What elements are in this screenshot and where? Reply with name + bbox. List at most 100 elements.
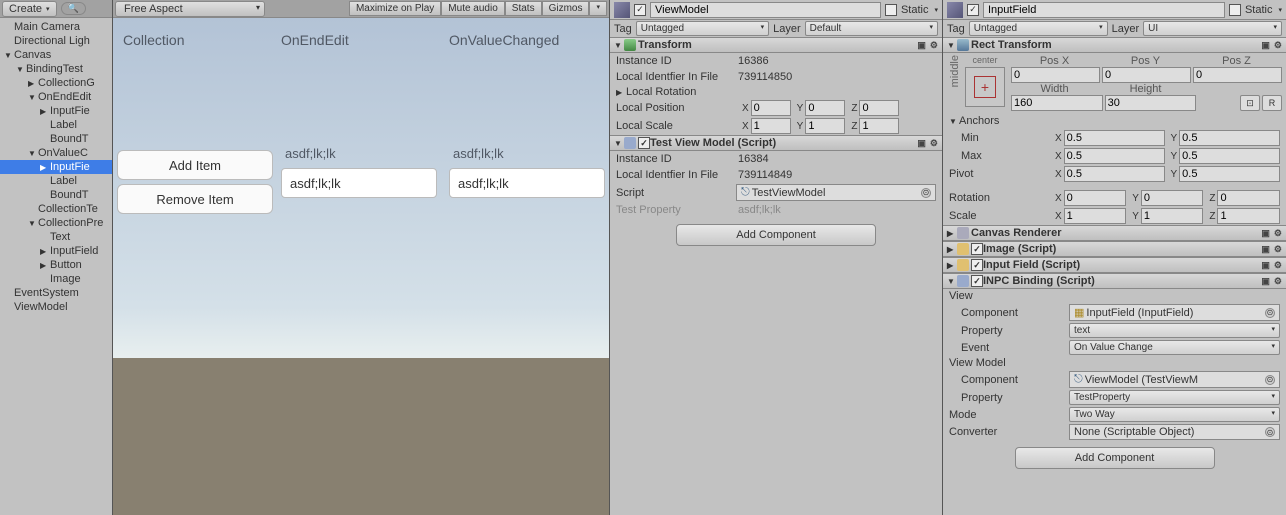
active-checkbox[interactable] [634, 4, 646, 16]
add-component-button[interactable]: Add Component [676, 224, 876, 246]
static-dropdown-icon[interactable]: ▾ [1278, 6, 1282, 14]
game-toolbar-gizmos[interactable]: Gizmos [542, 1, 590, 16]
hierarchy-tree[interactable]: Main CameraDirectional Ligh▼Canvas▼Bindi… [0, 18, 112, 316]
rect-pos-y[interactable] [1102, 67, 1191, 83]
hierarchy-item[interactable]: CollectionTe [0, 202, 112, 216]
gear-icon[interactable]: ⚙ [1274, 244, 1282, 255]
help-icon[interactable]: ▣ [917, 138, 926, 149]
gameobject-icon[interactable] [947, 2, 963, 18]
view-component-field[interactable]: ▦InputField (InputField)⊙ [1069, 304, 1280, 321]
gear-icon[interactable]: ⚙ [1274, 40, 1282, 51]
hierarchy-item[interactable]: ViewModel [0, 300, 112, 314]
pivot-x[interactable] [1064, 166, 1165, 182]
component-header[interactable]: ▶Canvas Renderer▣⚙ [943, 225, 1286, 241]
converter-field[interactable]: None (Scriptable Object)⊙ [1069, 424, 1280, 440]
mode-dropdown[interactable]: Two Way [1069, 407, 1280, 422]
hierarchy-item[interactable]: ▶CollectionG [0, 76, 112, 90]
gameobject-icon[interactable] [614, 2, 630, 18]
view-property-dropdown[interactable]: text [1069, 323, 1280, 338]
hierarchy-item[interactable]: Main Camera [0, 20, 112, 34]
create-button[interactable]: Create ▾ [2, 1, 57, 17]
rot-x[interactable] [1064, 190, 1127, 206]
rscale-z[interactable] [1217, 208, 1280, 224]
static-dropdown-icon[interactable]: ▾ [934, 6, 938, 14]
component-enabled-checkbox[interactable] [971, 259, 983, 271]
input-onendedit[interactable]: asdf;lk;lk [281, 168, 437, 198]
hierarchy-item[interactable]: ▶Button [0, 258, 112, 272]
pos-y[interactable] [805, 100, 845, 116]
pos-x[interactable] [751, 100, 791, 116]
layer-dropdown[interactable]: UI [1143, 21, 1282, 36]
component-header[interactable]: ▶Input Field (Script)▣⚙ [943, 257, 1286, 273]
gear-icon[interactable]: ⚙ [1274, 228, 1282, 239]
hierarchy-item[interactable]: ▼CollectionPre [0, 216, 112, 230]
game-toolbar-mute-audio[interactable]: Mute audio [441, 1, 504, 16]
hierarchy-item[interactable]: Image [0, 272, 112, 286]
script-field[interactable]: ⎋TestViewModel⊙ [736, 184, 936, 201]
pivot-y[interactable] [1179, 166, 1280, 182]
help-icon[interactable]: ▣ [1261, 276, 1270, 287]
gear-icon[interactable]: ⚙ [930, 40, 938, 51]
tvm-enabled-checkbox[interactable] [638, 137, 650, 149]
help-icon[interactable]: ▣ [1261, 40, 1270, 51]
rect-pos-x[interactable] [1011, 67, 1100, 83]
view-event-dropdown[interactable]: On Value Change [1069, 340, 1280, 355]
hierarchy-item[interactable]: ▶InputField [0, 244, 112, 258]
testviewmodel-header[interactable]: ▼ Test View Model (Script) ▣ ⚙ [610, 135, 942, 151]
gizmos-dropdown-icon[interactable]: ▾ [589, 1, 607, 16]
anchor-min-x[interactable] [1064, 130, 1165, 146]
scale-z[interactable] [859, 118, 899, 134]
rot-y[interactable] [1141, 190, 1204, 206]
hierarchy-item[interactable]: EventSystem [0, 286, 112, 300]
inpc-enabled-checkbox[interactable] [971, 275, 983, 287]
rscale-x[interactable] [1064, 208, 1127, 224]
rect-pos-z[interactable] [1193, 67, 1282, 83]
help-icon[interactable]: ▣ [917, 40, 926, 51]
rscale-y[interactable] [1141, 208, 1204, 224]
input-onvaluechanged[interactable]: asdf;lk;lk [449, 168, 605, 198]
active-checkbox[interactable] [967, 4, 979, 16]
gameobject-name[interactable] [983, 2, 1225, 18]
anchor-max-x[interactable] [1064, 148, 1165, 164]
hierarchy-item[interactable]: ▼Canvas [0, 48, 112, 62]
blueprint-mode-button[interactable]: ⊡ [1240, 95, 1260, 111]
gear-icon[interactable]: ⚙ [930, 138, 938, 149]
component-header[interactable]: ▶Image (Script)▣⚙ [943, 241, 1286, 257]
component-enabled-checkbox[interactable] [971, 243, 983, 255]
aspect-dropdown[interactable]: Free Aspect [115, 1, 265, 17]
game-view[interactable]: Collection OnEndEdit OnValueChanged asdf… [113, 18, 609, 358]
rect-width[interactable] [1011, 95, 1103, 111]
hierarchy-item[interactable]: ▼OnValueC [0, 146, 112, 160]
game-toolbar-stats[interactable]: Stats [505, 1, 542, 16]
hierarchy-item[interactable]: Label [0, 174, 112, 188]
hierarchy-item[interactable]: BoundT [0, 132, 112, 146]
pos-z[interactable] [859, 100, 899, 116]
vm-component-field[interactable]: ⎋ViewModel (TestViewM⊙ [1069, 371, 1280, 388]
scale-y[interactable] [805, 118, 845, 134]
hierarchy-item[interactable]: Text [0, 230, 112, 244]
static-checkbox[interactable] [1229, 4, 1241, 16]
rot-z[interactable] [1217, 190, 1280, 206]
gameobject-name[interactable] [650, 2, 881, 18]
vm-property-dropdown[interactable]: TestProperty [1069, 390, 1280, 405]
hierarchy-item[interactable]: BoundT [0, 188, 112, 202]
raw-edit-button[interactable]: R [1262, 95, 1282, 111]
remove-item-button[interactable]: Remove Item [117, 184, 273, 214]
add-component-button[interactable]: Add Component [1015, 447, 1215, 469]
inpc-binding-header[interactable]: ▼ INPC Binding (Script) ▣ ⚙ [943, 273, 1286, 289]
search-icon[interactable]: 🔍 [61, 2, 86, 15]
recttransform-header[interactable]: ▼ Rect Transform ▣ ⚙ [943, 37, 1286, 53]
gear-icon[interactable]: ⚙ [1274, 276, 1282, 287]
tag-dropdown[interactable]: Untagged [636, 21, 769, 36]
anchor-max-y[interactable] [1179, 148, 1280, 164]
transform-header[interactable]: ▼ Transform ▣ ⚙ [610, 37, 942, 53]
hierarchy-item[interactable]: Label [0, 118, 112, 132]
hierarchy-item[interactable]: ▶InputFie [0, 104, 112, 118]
rect-height[interactable] [1105, 95, 1197, 111]
game-toolbar-maximize-on-play[interactable]: Maximize on Play [349, 1, 441, 16]
hierarchy-item[interactable]: ▶InputFie [0, 160, 112, 174]
gear-icon[interactable]: ⚙ [1274, 260, 1282, 271]
help-icon[interactable]: ▣ [1261, 260, 1270, 271]
hierarchy-item[interactable]: ▼BindingTest [0, 62, 112, 76]
help-icon[interactable]: ▣ [1261, 244, 1270, 255]
